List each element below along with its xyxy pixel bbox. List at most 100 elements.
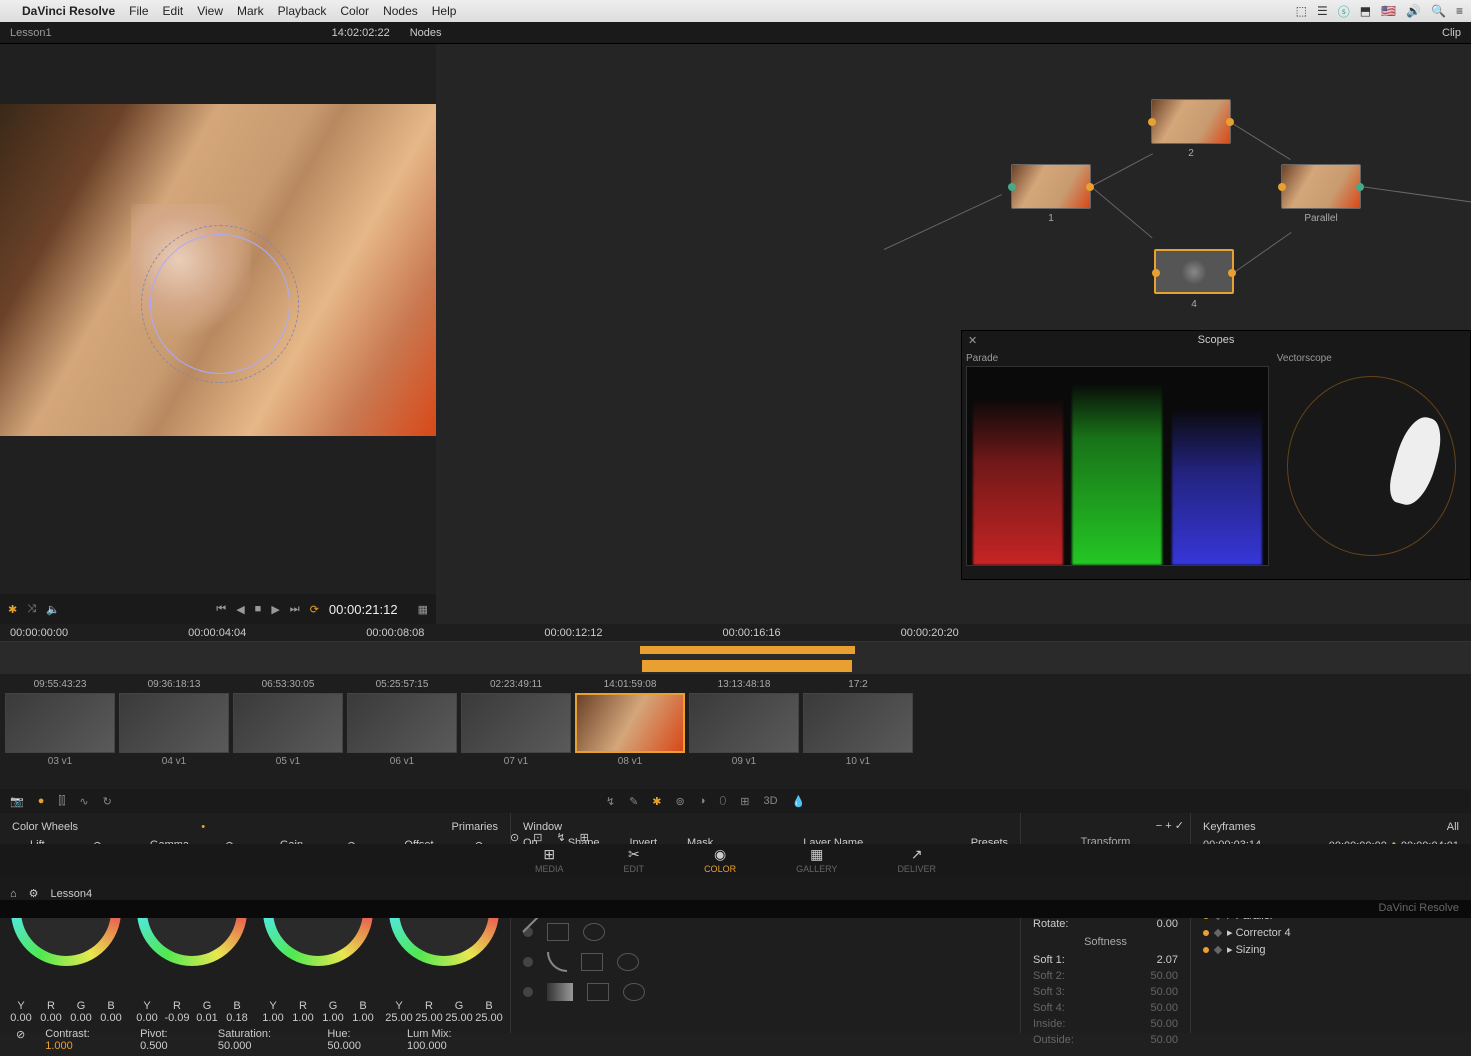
key-icon[interactable]: ⬯ (719, 795, 726, 808)
shuffle-icon[interactable]: ⤨ (27, 603, 36, 616)
clip-thumbnail[interactable]: 17:210 v1 (803, 679, 913, 767)
minus-icon[interactable]: − (1156, 820, 1162, 832)
stop-button[interactable]: ■ (255, 603, 262, 615)
menu-edit[interactable]: Edit (163, 4, 184, 18)
page-tab-deliver[interactable]: ↗DELIVER (897, 846, 936, 874)
timeline-ruler[interactable]: 00:00:00:00 00:00:04:04 00:00:08:08 00:0… (0, 624, 1471, 642)
clip-thumbnail[interactable]: 13:13:48:1809 v1 (689, 679, 799, 767)
page-tab-media[interactable]: ⊞MEDIA (535, 846, 564, 874)
keyframe-track[interactable]: ▸ Corrector 4 (1197, 924, 1465, 941)
menu-mark[interactable]: Mark (237, 4, 264, 18)
flag-icon[interactable]: 🇺🇸 (1381, 4, 1396, 18)
tray-icon[interactable]: ⬚ (1296, 4, 1307, 18)
page-tab-color[interactable]: ◉COLOR (704, 846, 736, 874)
app-name[interactable]: DaVinci Resolve (22, 4, 115, 18)
clip-thumbnail[interactable]: 09:55:43:2303 v1 (5, 679, 115, 767)
clip-thumbnail[interactable]: 02:23:49:1107 v1 (461, 679, 571, 767)
dropbox-icon[interactable]: ⬒ (1360, 4, 1371, 18)
close-icon[interactable]: ✕ (968, 334, 977, 347)
check-icon[interactable]: ✓ (1175, 820, 1184, 832)
hue-label: Hue: 50.000 (327, 1028, 387, 1052)
power-window-mask[interactable] (150, 234, 290, 374)
tracking-icon[interactable]: ⊚ (676, 795, 685, 808)
skype-icon[interactable]: ⓢ (1338, 3, 1350, 20)
picker-icon[interactable]: ✎ (629, 795, 638, 808)
lummix-label: Lum Mix: 100.000 (407, 1028, 494, 1052)
window-shape-row[interactable] (517, 917, 1014, 947)
pivot-label: Pivot: 0.500 (140, 1028, 198, 1052)
bottom-bar (0, 876, 1471, 900)
node-parallel[interactable]: Parallel (1281, 164, 1361, 209)
wheel-mode-icon[interactable]: ● (38, 795, 45, 807)
window-shape-row[interactable] (517, 947, 1014, 977)
mute-icon[interactable]: 🔈 (46, 603, 60, 616)
timeline-track[interactable] (0, 658, 1471, 674)
menu-file[interactable]: File (129, 4, 148, 18)
3d-icon[interactable]: 3D (764, 795, 778, 807)
clip-thumbnail[interactable]: 05:25:57:1506 v1 (347, 679, 457, 767)
tool-icon[interactable]: ↯ (556, 831, 565, 844)
settings-icon[interactable]: ✱ (8, 603, 17, 616)
menu-view[interactable]: View (197, 4, 223, 18)
tray-icon[interactable]: ☰ (1317, 4, 1328, 18)
home-icon[interactable]: ⌂ (10, 888, 17, 900)
drop-icon[interactable]: 💧 (792, 795, 806, 808)
page-tab-edit[interactable]: ✂EDIT (624, 846, 645, 874)
transport-bar: ✱ ⤨ 🔈 ⏮ ◀ ■ ▶ ⏭ ⟳ 00:00:21:12 ▦ (0, 594, 436, 624)
panel-title: Color Wheels (12, 821, 78, 833)
play-button[interactable]: ▶ (271, 603, 279, 616)
clip-thumbnails[interactable]: 09:55:43:2303 v109:36:18:1304 v106:53:30… (0, 674, 1471, 772)
qualifier-icon[interactable]: ↯ (606, 795, 615, 808)
tool-icon[interactable]: ⊞ (580, 831, 589, 844)
brand-footer: DaVinci Resolve (0, 900, 1471, 918)
tool-icon[interactable]: ⊡ (533, 831, 542, 844)
node-4[interactable]: 4 (1154, 249, 1234, 294)
blur-icon[interactable]: ◑ (699, 795, 706, 807)
menu-help[interactable]: Help (432, 4, 457, 18)
first-frame-button[interactable]: ⏮ (216, 603, 226, 616)
clip-thumbnail[interactable]: 14:01:59:0808 v1 (575, 679, 685, 767)
window-shape-row[interactable] (517, 977, 1014, 1007)
menu-playback[interactable]: Playback (278, 4, 327, 18)
kf-mode[interactable]: All (1447, 821, 1459, 833)
reset-icon[interactable]: ⊘ (16, 1028, 25, 1052)
menu-nodes[interactable]: Nodes (383, 4, 418, 18)
refresh-icon[interactable]: ↻ (103, 795, 112, 808)
panel-mode[interactable]: Primaries (452, 821, 498, 833)
node-1[interactable]: 1 (1011, 164, 1091, 209)
panel-title: Keyframes (1203, 821, 1256, 833)
curves-icon[interactable]: ∿ (79, 795, 88, 808)
plus-icon[interactable]: + (1165, 820, 1171, 832)
menu-color[interactable]: Color (340, 4, 369, 18)
timeline-track[interactable] (0, 642, 1471, 658)
camera-icon[interactable]: 📷 (10, 795, 24, 808)
clip-thumbnail[interactable]: 06:53:30:0505 v1 (233, 679, 343, 767)
window-tools: ⊙ ⊡ ↯ ⊞ (510, 831, 589, 844)
right-label[interactable]: Clip (1442, 27, 1461, 39)
clip-thumbnail[interactable]: 09:36:18:1304 v1 (119, 679, 229, 767)
loop-button[interactable]: ⟳ (310, 603, 319, 616)
display-icon[interactable]: ▦ (418, 603, 428, 616)
adjustments-row: ⊘ Contrast: 1.000 Pivot: 0.500 Saturatio… (6, 1024, 504, 1056)
gear-icon[interactable]: ⚙ (29, 887, 39, 900)
scopes-title: Scopes (1198, 334, 1235, 346)
prev-frame-button[interactable]: ◀ (236, 603, 244, 616)
timeline[interactable]: 00:00:00:00 00:00:04:04 00:00:08:08 00:0… (0, 624, 1471, 789)
node-2[interactable]: 2 (1151, 99, 1231, 144)
viewer[interactable] (0, 104, 436, 436)
page-tab-gallery[interactable]: ▦GALLERY (796, 846, 837, 874)
volume-icon[interactable]: 🔊 (1406, 4, 1421, 18)
bars-icon[interactable]: ⫿⫿ (58, 795, 65, 808)
menu-icon[interactable]: ≡ (1456, 4, 1463, 18)
search-icon[interactable]: 🔍 (1431, 4, 1446, 18)
page-tabs: ⊞MEDIA ✂EDIT ◉COLOR ▦GALLERY ↗DELIVER (0, 844, 1471, 876)
sizing-icon[interactable]: ⊞ (740, 795, 749, 808)
keyframe-track[interactable]: ▸ Sizing (1197, 941, 1465, 958)
last-frame-button[interactable]: ⏭ (290, 603, 300, 616)
softness-title: Softness (1027, 936, 1184, 948)
parade-scope: Parade (962, 349, 1273, 574)
scopes-window[interactable]: ✕Scopes Parade Vectorscope (961, 330, 1471, 580)
tool-icon[interactable]: ⊙ (510, 831, 519, 844)
project-name: Lesson1 (10, 27, 52, 39)
window-icon[interactable]: ✱ (652, 795, 661, 808)
